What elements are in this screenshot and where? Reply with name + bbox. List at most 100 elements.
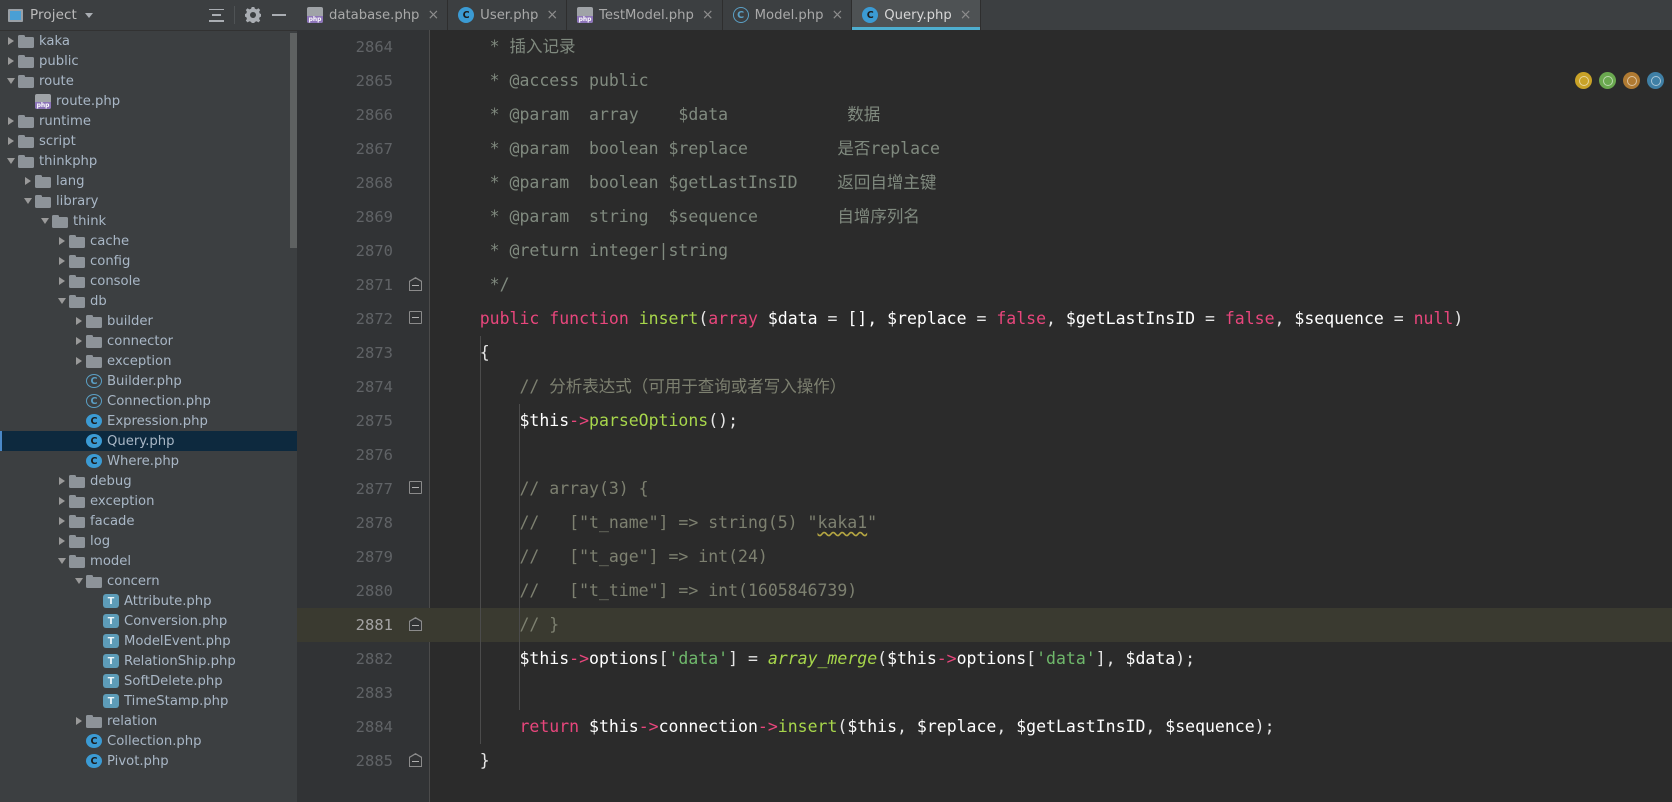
chevron-down-icon[interactable] <box>21 195 34 208</box>
tree-folder-item[interactable]: runtime <box>0 111 297 131</box>
tree-folder-item[interactable]: think <box>0 211 297 231</box>
code-line[interactable]: // array(3) { <box>430 472 1672 506</box>
code-line[interactable]: * @param string $sequence 自增序列名 <box>430 200 1672 234</box>
close-icon[interactable]: × <box>702 8 714 22</box>
tree-file-item[interactable]: T TimeStamp.php <box>0 691 297 711</box>
close-icon[interactable]: × <box>427 8 439 22</box>
code-line[interactable] <box>430 438 1672 472</box>
tree-folder-item[interactable]: kaka <box>0 31 297 51</box>
sidebar-scrollbar-thumb[interactable] <box>290 33 297 248</box>
code-line[interactable]: // ["t_time"] => int(1605846739) <box>430 574 1672 608</box>
editor-tab[interactable]: TestModel.php × <box>567 0 723 30</box>
fold-region-end-icon[interactable] <box>409 277 424 292</box>
chevron-right-icon[interactable] <box>21 175 34 188</box>
chevron-right-icon[interactable] <box>4 135 17 148</box>
inspection-warning-indicator[interactable] <box>1575 72 1592 89</box>
tree-file-item[interactable]: C Connection.php <box>0 391 297 411</box>
chevron-down-icon[interactable] <box>84 12 93 18</box>
tree-folder-item[interactable]: thinkphp <box>0 151 297 171</box>
editor-tab[interactable]: C User.php × <box>448 0 568 30</box>
chevron-right-icon[interactable] <box>55 495 68 508</box>
project-file-tree[interactable]: kaka public route route.php runtime script thi… <box>0 31 297 802</box>
tree-folder-item[interactable]: facade <box>0 511 297 531</box>
tree-folder-item[interactable]: library <box>0 191 297 211</box>
code-text-area[interactable]: * 插入记录 * @access public * @param array $… <box>430 30 1672 802</box>
chevron-right-icon[interactable] <box>72 315 85 328</box>
close-icon[interactable]: × <box>960 8 972 22</box>
code-line[interactable]: * @return integer|string <box>430 234 1672 268</box>
tree-folder-item[interactable]: console <box>0 271 297 291</box>
chevron-right-icon[interactable] <box>72 715 85 728</box>
fold-collapse-icon[interactable] <box>409 311 424 326</box>
hide-panel-button[interactable] <box>267 3 291 27</box>
chevron-right-icon[interactable] <box>55 255 68 268</box>
tree-file-item[interactable]: C Expression.php <box>0 411 297 431</box>
tree-file-item[interactable]: T Attribute.php <box>0 591 297 611</box>
chevron-down-icon[interactable] <box>4 75 17 88</box>
chevron-right-icon[interactable] <box>55 235 68 248</box>
chevron-right-icon[interactable] <box>72 335 85 348</box>
editor-tab[interactable]: database.php × <box>297 0 449 30</box>
tree-file-item[interactable]: C Builder.php <box>0 371 297 391</box>
tree-file-item[interactable]: T Conversion.php <box>0 611 297 631</box>
tree-folder-item[interactable]: db <box>0 291 297 311</box>
tree-file-item[interactable]: C Pivot.php <box>0 751 297 771</box>
code-line[interactable]: // ["t_age"] => int(24) <box>430 540 1672 574</box>
tree-file-item[interactable]: C Collection.php <box>0 731 297 751</box>
inspection-ok-indicator[interactable] <box>1599 72 1616 89</box>
code-line[interactable]: * @param boolean $replace 是否replace <box>430 132 1672 166</box>
tree-folder-item[interactable]: exception <box>0 491 297 511</box>
code-line[interactable] <box>430 676 1672 710</box>
fold-region-end-icon[interactable] <box>409 753 424 768</box>
fold-collapse-icon[interactable] <box>409 481 424 496</box>
chevron-down-icon[interactable] <box>55 295 68 308</box>
tree-folder-item[interactable]: config <box>0 251 297 271</box>
code-line[interactable]: * @param boolean $getLastInsID 返回自增主键 <box>430 166 1672 200</box>
chevron-right-icon[interactable] <box>4 35 17 48</box>
collapse-all-button[interactable] <box>204 3 228 27</box>
inspection-info-indicator[interactable] <box>1647 72 1664 89</box>
settings-button[interactable] <box>241 3 265 27</box>
tree-folder-item[interactable]: lang <box>0 171 297 191</box>
chevron-right-icon[interactable] <box>4 115 17 128</box>
editor-tab[interactable]: C Query.php × <box>852 0 981 30</box>
close-icon[interactable]: × <box>832 8 844 22</box>
code-line[interactable]: public function insert(array $data = [],… <box>430 302 1672 336</box>
tree-folder-item[interactable]: public <box>0 51 297 71</box>
close-icon[interactable]: × <box>546 8 558 22</box>
code-folding-gutter[interactable] <box>403 30 430 802</box>
tree-folder-item[interactable]: cache <box>0 231 297 251</box>
tree-folder-item[interactable]: exception <box>0 351 297 371</box>
chevron-right-icon[interactable] <box>55 475 68 488</box>
tree-folder-item[interactable]: script <box>0 131 297 151</box>
chevron-down-icon[interactable] <box>72 575 85 588</box>
tree-folder-item[interactable]: log <box>0 531 297 551</box>
fold-region-end-icon[interactable] <box>409 617 424 632</box>
tree-folder-item[interactable]: debug <box>0 471 297 491</box>
inspection-hector-indicator[interactable] <box>1623 72 1640 89</box>
code-line[interactable]: */ <box>430 268 1672 302</box>
tree-folder-item[interactable]: model <box>0 551 297 571</box>
tree-folder-item[interactable]: connector <box>0 331 297 351</box>
code-line[interactable]: * @access public <box>430 64 1672 98</box>
tree-file-item[interactable]: T SoftDelete.php <box>0 671 297 691</box>
code-line[interactable]: // } <box>430 608 1672 642</box>
code-line[interactable]: $this->parseOptions(); <box>430 404 1672 438</box>
chevron-down-icon[interactable] <box>38 215 51 228</box>
tree-folder-item[interactable]: route <box>0 71 297 91</box>
chevron-right-icon[interactable] <box>4 55 17 68</box>
editor-tab[interactable]: C Model.php × <box>722 0 853 30</box>
tree-file-item[interactable]: route.php <box>0 91 297 111</box>
tree-file-item[interactable]: C Query.php <box>0 431 297 451</box>
chevron-down-icon[interactable] <box>55 555 68 568</box>
tree-file-item[interactable]: C Where.php <box>0 451 297 471</box>
code-line[interactable]: return $this->connection->insert($this, … <box>430 710 1672 744</box>
tree-folder-item[interactable]: concern <box>0 571 297 591</box>
code-line[interactable]: { <box>430 336 1672 370</box>
code-line[interactable]: * @param array $data 数据 <box>430 98 1672 132</box>
code-line[interactable]: * 插入记录 <box>430 30 1672 64</box>
tree-file-item[interactable]: T RelationShip.php <box>0 651 297 671</box>
chevron-right-icon[interactable] <box>55 275 68 288</box>
inspection-indicator-group[interactable] <box>1575 72 1664 89</box>
chevron-right-icon[interactable] <box>55 515 68 528</box>
